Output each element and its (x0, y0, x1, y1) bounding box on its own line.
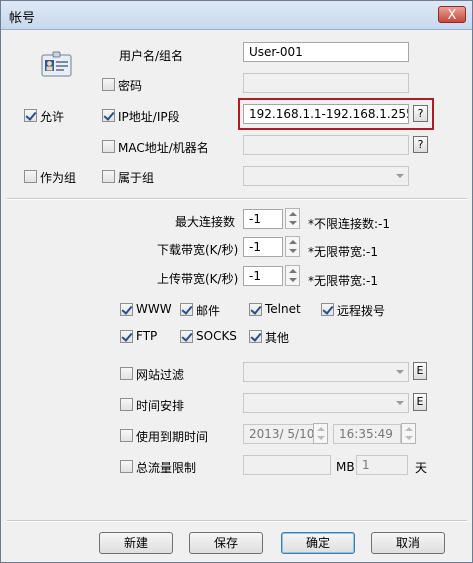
max-conn-input[interactable]: -1 (243, 209, 283, 229)
ftp-label: FTP (136, 329, 158, 343)
upload-input[interactable]: -1 (243, 266, 283, 286)
upload-label: 上传带宽(K/秒) (157, 272, 239, 286)
remote-dial-label: 远程拨号 (337, 304, 386, 318)
expire-date-stepper[interactable] (313, 423, 328, 444)
expire-date-input[interactable]: 2013/ 5/10 (243, 424, 314, 444)
mail-label: 邮件 (196, 304, 221, 318)
allow-label: 允许 (40, 110, 65, 124)
down-arrow-icon (289, 278, 297, 282)
socks-label: SOCKS (196, 329, 237, 343)
mail-checkbox[interactable] (180, 303, 193, 316)
site-filter-dropdown[interactable] (243, 362, 409, 382)
ip-label: IP地址/IP段 (118, 110, 180, 124)
ftp-checkbox[interactable] (120, 330, 133, 343)
belongs-group-checkbox[interactable] (102, 170, 115, 183)
telnet-label: Telnet (265, 302, 301, 316)
user-card-icon (41, 51, 72, 77)
group-dropdown[interactable] (243, 166, 409, 186)
close-button[interactable]: X (438, 6, 466, 23)
chevron-down-icon (396, 370, 404, 374)
down-arrow-icon (289, 249, 297, 253)
down-arrow-icon (405, 436, 413, 440)
telnet-checkbox[interactable] (249, 303, 262, 316)
mac-checkbox[interactable] (102, 140, 115, 153)
remote-dial-checkbox[interactable] (321, 303, 334, 316)
traffic-limit-checkbox[interactable] (120, 460, 133, 473)
username-label: 用户名/组名 (119, 49, 184, 63)
download-input[interactable]: -1 (243, 237, 283, 257)
divider (7, 520, 467, 522)
ip-input[interactable]: 192.168.1.1-192.168.1.255 (243, 104, 409, 124)
max-conn-stepper[interactable] (285, 208, 300, 229)
cancel-button[interactable]: 取消 (371, 532, 445, 554)
mac-label: MAC地址/机器名 (118, 141, 209, 155)
down-arrow-icon (289, 221, 297, 225)
expire-time-input[interactable]: 16:35:49 (333, 424, 401, 444)
schedule-label: 时间安排 (136, 399, 185, 413)
account-dialog: 帐号 X 用户名/组名 User-001 密码 允许 IP地址/IP段 192.… (0, 0, 473, 563)
as-group-checkbox[interactable] (24, 170, 37, 183)
chevron-down-icon (396, 174, 404, 178)
expire-checkbox[interactable] (120, 429, 133, 442)
password-label: 密码 (118, 79, 143, 93)
site-filter-label: 网站过滤 (136, 368, 185, 382)
traffic-days-input[interactable]: 1 (356, 455, 408, 475)
title-bar: 帐号 X (1, 1, 472, 30)
max-conn-label: 最大连接数 (175, 215, 236, 229)
expire-label: 使用到期时间 (136, 430, 209, 444)
download-hint: *无限带宽:-1 (308, 245, 379, 259)
expire-time-stepper[interactable] (401, 423, 416, 444)
up-arrow-icon (405, 427, 413, 431)
save-button[interactable]: 保存 (189, 532, 263, 554)
mac-help-button[interactable]: ? (413, 136, 428, 153)
mac-input[interactable] (243, 135, 409, 155)
down-arrow-icon (317, 436, 325, 440)
username-input[interactable]: User-001 (243, 42, 409, 62)
ok-button[interactable]: 确定 (281, 532, 355, 554)
up-arrow-icon (289, 269, 297, 273)
window-title: 帐号 (9, 11, 36, 26)
days-unit-label: 天 (415, 461, 428, 475)
traffic-limit-input[interactable] (243, 455, 331, 475)
other-checkbox[interactable] (249, 330, 262, 343)
www-checkbox[interactable] (120, 303, 133, 316)
other-label: 其他 (265, 331, 290, 345)
upload-stepper[interactable] (285, 265, 300, 286)
as-group-label: 作为组 (40, 171, 77, 185)
allow-checkbox[interactable] (24, 109, 37, 122)
up-arrow-icon (289, 240, 297, 244)
up-arrow-icon (317, 427, 325, 431)
divider (7, 198, 467, 200)
traffic-limit-label: 总流量限制 (136, 461, 197, 475)
ip-checkbox[interactable] (102, 109, 115, 122)
ip-help-button[interactable]: ? (413, 105, 428, 122)
schedule-checkbox[interactable] (120, 398, 133, 411)
belongs-group-label: 属于组 (118, 171, 155, 185)
download-label: 下载带宽(K/秒) (157, 243, 239, 257)
www-label: WWW (136, 302, 172, 316)
download-stepper[interactable] (285, 236, 300, 257)
schedule-edit-button[interactable]: E (413, 393, 427, 411)
password-checkbox[interactable] (102, 78, 115, 91)
site-filter-edit-button[interactable]: E (413, 362, 427, 380)
new-button[interactable]: 新建 (99, 532, 173, 554)
chevron-down-icon (396, 401, 404, 405)
schedule-dropdown[interactable] (243, 393, 409, 413)
site-filter-checkbox[interactable] (120, 367, 133, 380)
password-input[interactable] (243, 73, 409, 93)
max-conn-hint: *不限连接数:-1 (308, 217, 391, 231)
socks-checkbox[interactable] (180, 330, 193, 343)
traffic-unit-label: MB (336, 460, 355, 474)
up-arrow-icon (289, 212, 297, 216)
upload-hint: *无限带宽:-1 (308, 274, 379, 288)
